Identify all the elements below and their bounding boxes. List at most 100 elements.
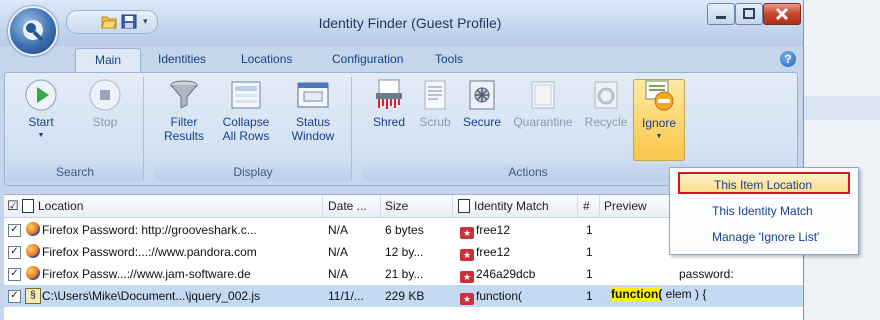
row-size: 6 bytes	[385, 223, 424, 237]
status-label-2: Window	[291, 129, 335, 143]
recycle-button[interactable]: Recycle	[581, 79, 631, 129]
application-menu-button[interactable]	[8, 6, 58, 56]
menu-item-this-identity-match[interactable]: This Identity Match	[678, 200, 850, 222]
ignore-icon	[643, 80, 675, 112]
row-count: 1	[586, 289, 593, 303]
menu-item-manage-ignore-list[interactable]: Manage 'Ignore List'	[678, 226, 850, 248]
column-count[interactable]: #	[583, 199, 590, 213]
secure-vault-icon	[466, 79, 498, 111]
identity-match-icon: ★	[460, 271, 474, 283]
secure-label: Secure	[462, 115, 502, 129]
row-location: C:\Users\Mike\Document...\jquery_002.js	[42, 289, 261, 303]
row-count: 1	[586, 223, 593, 237]
start-button[interactable]: Start ▼	[13, 79, 69, 143]
identity-finder-logo-icon	[23, 20, 44, 42]
table-row-selected[interactable]: ✓ § C:\Users\Mike\Document...\jquery_002…	[4, 285, 803, 307]
firefox-icon	[26, 266, 40, 280]
status-window-button[interactable]: Status Window	[283, 79, 343, 143]
column-location[interactable]: Location	[38, 199, 83, 213]
tab-tools[interactable]: Tools	[435, 52, 463, 66]
tab-locations[interactable]: Locations	[241, 52, 292, 66]
collapse-rows-icon	[230, 79, 262, 111]
ignore-button[interactable]: Ignore ▼	[633, 79, 685, 161]
file-column-icon	[22, 199, 34, 213]
column-size[interactable]: Size	[385, 199, 408, 213]
play-icon	[25, 79, 57, 111]
close-button[interactable]	[763, 3, 801, 25]
tab-identities[interactable]: Identities	[158, 52, 206, 66]
scrub-button[interactable]: Scrub	[415, 79, 455, 129]
row-count: 1	[586, 267, 593, 281]
group-search: Start ▼ Stop Search	[7, 77, 144, 181]
help-icon[interactable]: ?	[780, 51, 796, 67]
group-label-display: Display	[155, 164, 351, 181]
recycle-label: Recycle	[584, 115, 628, 129]
recycle-icon	[590, 79, 622, 111]
title-bar: ▾ Identity Finder (Guest Profile)	[0, 0, 803, 46]
ignore-label: Ignore	[641, 116, 677, 130]
preview-text-line1: password:	[679, 267, 734, 281]
column-date[interactable]: Date ...	[328, 199, 367, 213]
preview-highlight: function(	[611, 287, 663, 301]
status-label-1: Status	[295, 115, 331, 129]
column-preview[interactable]: Preview	[604, 199, 647, 213]
maximize-button[interactable]	[735, 3, 763, 25]
stop-button[interactable]: Stop	[79, 79, 131, 129]
firefox-icon	[26, 244, 40, 258]
customize-qat-icon[interactable]: ▾	[143, 16, 159, 31]
row-identity-match: 246a29dcb	[476, 267, 536, 281]
background-bar	[800, 96, 880, 120]
quarantine-icon	[527, 79, 559, 111]
dropdown-arrow-icon: ▼	[37, 132, 45, 139]
column-identity-match[interactable]: Identity Match	[474, 199, 549, 213]
stop-icon	[89, 79, 121, 111]
ignore-dropdown-menu: This Item Location This Identity Match M…	[669, 167, 859, 255]
start-label: Start	[28, 115, 54, 129]
row-count: 1	[586, 245, 593, 259]
dropdown-arrow-icon: ▼	[655, 133, 663, 140]
row-location: Firefox Password: http://grooveshark.c..…	[42, 223, 257, 237]
row-checkbox[interactable]: ✓	[8, 224, 21, 237]
menu-item-this-item-location[interactable]: This Item Location	[678, 172, 850, 194]
secure-button[interactable]: Secure	[459, 79, 505, 129]
preview-text-line2: function( elem ) {	[611, 287, 706, 301]
group-label-search: Search	[7, 164, 143, 181]
row-checkbox[interactable]: ✓	[8, 246, 21, 259]
window-title: Identity Finder (Guest Profile)	[318, 15, 502, 31]
collapse-all-rows-button[interactable]: Collapse All Rows	[213, 79, 279, 143]
app-window: ▾ Identity Finder (Guest Profile) Main I…	[0, 0, 804, 320]
collapse-label-2: All Rows	[222, 129, 270, 143]
shredder-icon	[373, 79, 405, 111]
row-location: Firefox Passw...://www.jam-software.de	[42, 267, 251, 281]
row-date: N/A	[328, 267, 349, 281]
identity-match-icon: ★	[460, 249, 474, 261]
quarantine-button[interactable]: Quarantine	[509, 79, 577, 129]
row-checkbox[interactable]: ✓	[8, 268, 21, 281]
open-folder-icon[interactable]	[101, 14, 117, 29]
row-identity-match: free12	[476, 245, 511, 259]
row-identity-match: function(	[476, 289, 523, 303]
background-area	[800, 0, 880, 320]
minimize-button[interactable]	[707, 3, 735, 25]
script-file-icon: §	[25, 288, 41, 304]
tab-configuration[interactable]: Configuration	[332, 52, 403, 66]
identity-match-icon: ★	[460, 227, 474, 239]
status-window-icon	[297, 79, 329, 111]
quick-access-toolbar: ▾	[66, 10, 158, 34]
row-date: N/A	[328, 245, 349, 259]
row-checkbox[interactable]: ✓	[8, 290, 21, 303]
save-icon[interactable]	[121, 14, 137, 29]
shred-label: Shred	[372, 115, 406, 129]
table-row[interactable]: ✓ Firefox Passw...://www.jam-software.de…	[4, 263, 803, 285]
row-size: 12 by...	[385, 245, 424, 259]
row-identity-match: free12	[476, 223, 511, 237]
scrub-label: Scrub	[419, 115, 451, 129]
shred-button[interactable]: Shred	[367, 79, 411, 129]
filter-results-button[interactable]: Filter Results	[159, 79, 209, 143]
filter-label-1: Filter	[170, 115, 198, 129]
group-label-actions: Actions	[363, 164, 693, 181]
funnel-icon	[168, 79, 200, 111]
ribbon-tabs: Main Identities Locations Configuration …	[0, 46, 803, 77]
select-all-checkbox[interactable]: ☑	[7, 198, 19, 214]
filter-label-2: Results	[163, 129, 204, 143]
